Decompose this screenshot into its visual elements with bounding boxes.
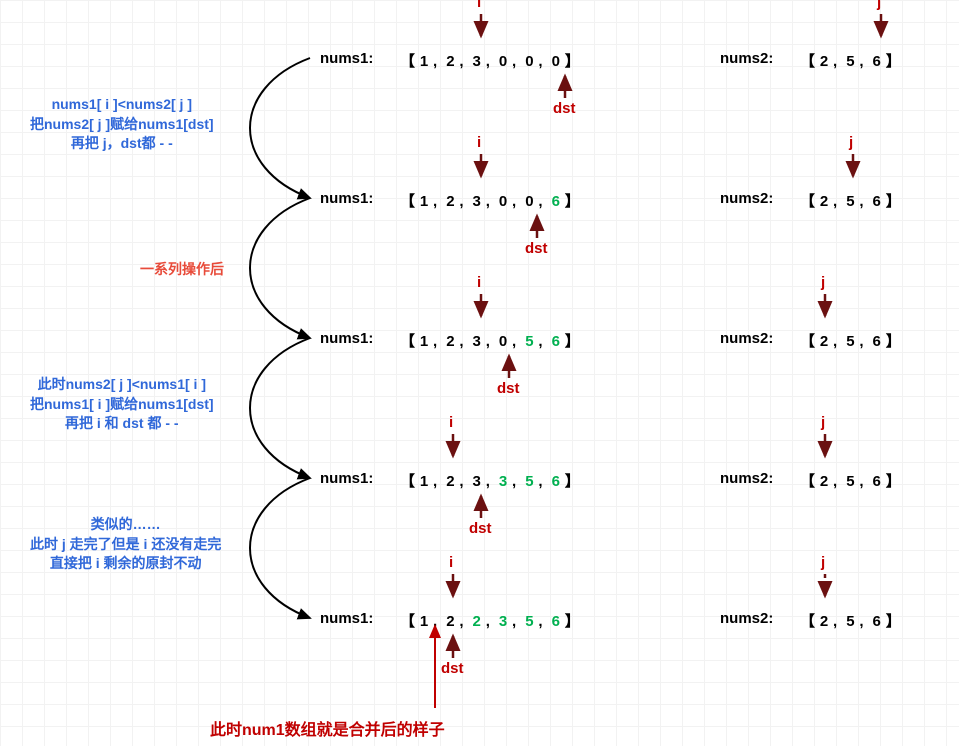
- note-step3: 此时nums2[ j ]<nums1[ i ] 把nums1[ i ]赋给num…: [30, 375, 214, 434]
- nums1-step4-label: nums1:: [320, 610, 373, 627]
- nums2-step4-label: nums2:: [720, 610, 773, 627]
- i-pointer-label: i: [449, 554, 453, 571]
- note-step1: nums1[ i ]<nums2[ j ] 把nums2[ j ]赋给nums1…: [30, 95, 214, 154]
- note-step2: 一系列操作后: [140, 260, 224, 280]
- note-step4: 类似的…… 此时 j 走完了但是 i 还没有走完 直接把 i 剩余的原封不动: [30, 515, 221, 574]
- nums2-step4: 【2, 5, 6】: [800, 610, 901, 631]
- j-pointer-label: j: [821, 554, 825, 571]
- note-final: 此时num1数组就是合并后的样子: [210, 720, 445, 742]
- final-arrow: [420, 618, 450, 718]
